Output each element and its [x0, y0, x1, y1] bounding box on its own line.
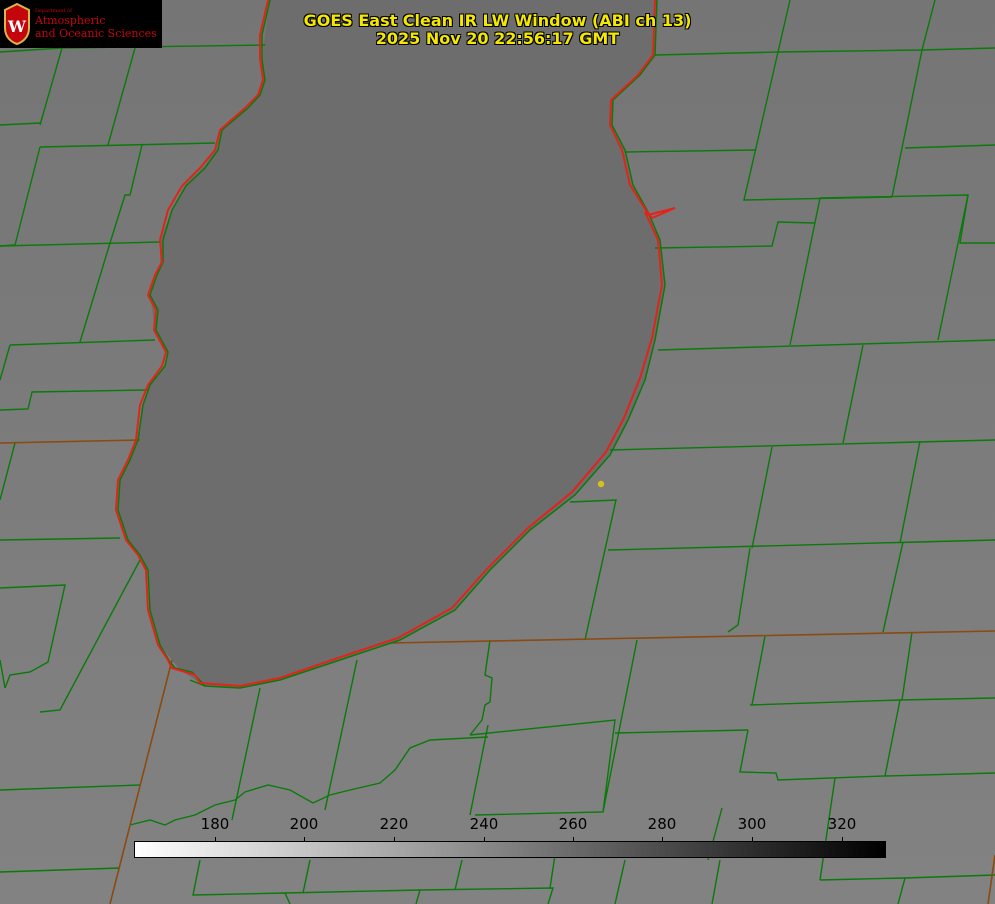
colorbar-tick-label: 240 — [469, 815, 499, 833]
colorbar-tick-label: 280 — [647, 815, 677, 833]
map-canvas — [0, 0, 995, 904]
satellite-image: W Department of Atmospheric and Oceanic … — [0, 0, 995, 904]
colorbar-tick-label: 180 — [200, 815, 230, 833]
temperature-colorbar — [134, 841, 886, 858]
image-title: GOES East Clean IR LW Window (ABI ch 13) — [303, 11, 692, 30]
colorbar-tick-label: 300 — [737, 815, 767, 833]
image-timestamp: 2025 Nov 20 22:56:17 GMT — [375, 29, 620, 48]
colorbar-tick-label: 260 — [558, 815, 588, 833]
location-marker — [597, 480, 605, 488]
colorbar-tick-label: 200 — [289, 815, 319, 833]
colorbar-tick-label: 320 — [827, 815, 857, 833]
colorbar-tick-label: 220 — [379, 815, 409, 833]
